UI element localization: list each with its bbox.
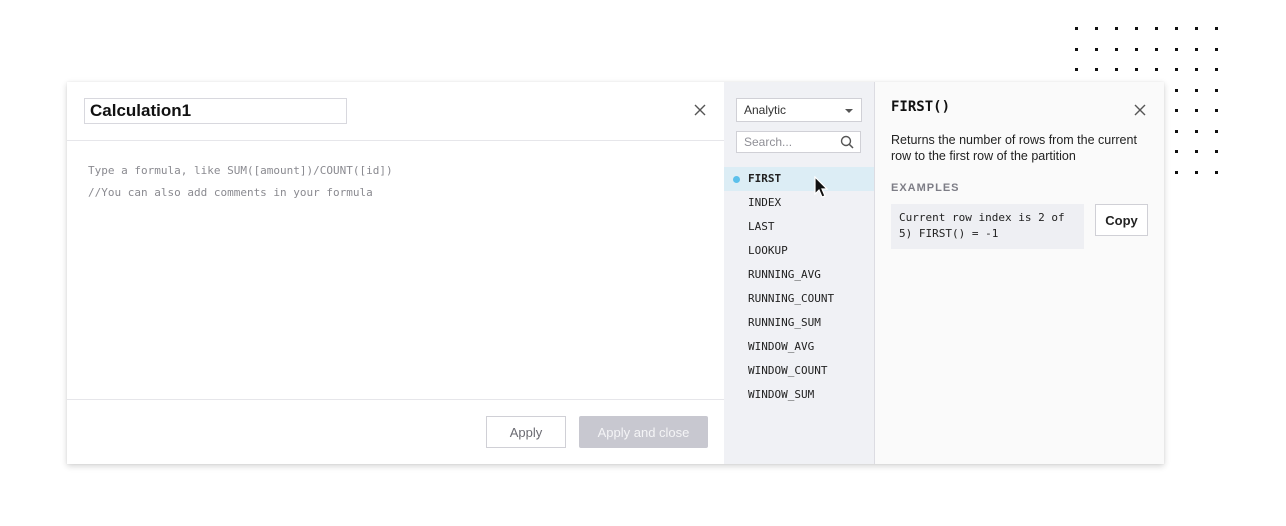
decorative-dot [1135, 27, 1138, 30]
apply-button[interactable]: Apply [486, 416, 566, 448]
formula-input[interactable]: Type a formula, like SUM([amount])/COUNT… [67, 142, 724, 399]
decorative-dot [1215, 27, 1218, 30]
decorative-dot [1135, 47, 1138, 51]
function-list-item[interactable]: INDEX [724, 191, 874, 215]
search-icon[interactable] [840, 135, 854, 149]
close-icon [1134, 104, 1146, 116]
decorative-dot [1195, 27, 1198, 30]
close-icon [694, 104, 706, 116]
decorative-dot [1195, 150, 1198, 153]
function-list: FIRST INDEX LAST LOOKUP RUNNING_AVG RUNNING_C… [724, 167, 874, 407]
decorative-dot [1155, 68, 1158, 71]
function-list-item[interactable]: FIRST [724, 167, 874, 191]
function-name: RUNNING_SUM [748, 316, 821, 329]
function-name: LOOKUP [748, 244, 788, 257]
editor-header [67, 82, 724, 141]
decorative-dot [1095, 47, 1098, 51]
apply-and-close-button[interactable]: Apply and close [579, 416, 708, 448]
function-list-item[interactable]: WINDOW_COUNT [724, 359, 874, 383]
function-list-item[interactable]: RUNNING_AVG [724, 263, 874, 287]
decorative-dot [1175, 150, 1178, 153]
decorative-dot [1195, 88, 1198, 92]
function-name: INDEX [748, 196, 782, 209]
function-name: LAST [748, 220, 775, 233]
function-search-input[interactable] [737, 132, 837, 152]
calculation-name-input[interactable] [84, 98, 347, 124]
decorative-dot [1195, 109, 1198, 112]
decorative-dot [1215, 150, 1218, 153]
decorative-dot [1215, 88, 1218, 92]
decorative-dot [1175, 129, 1178, 133]
example-code: Current row index is 2 of 5) FIRST() = -… [891, 204, 1084, 249]
decorative-dot [1215, 170, 1218, 174]
decorative-dot [1115, 68, 1118, 71]
decorative-dot [1215, 129, 1218, 133]
example-line: 5) FIRST() = -1 [899, 227, 999, 240]
decorative-dot [1215, 47, 1218, 51]
chevron-down-icon [845, 109, 853, 113]
function-name: WINDOW_SUM [748, 388, 815, 401]
formula-editor-panel: Type a formula, like SUM([amount])/COUNT… [67, 82, 724, 464]
function-title: FIRST() [891, 99, 951, 115]
function-list-item[interactable]: LOOKUP [724, 239, 874, 263]
category-dropdown[interactable]: Analytic [736, 98, 862, 122]
decorative-dot [1075, 27, 1078, 30]
examples-heading: EXAMPLES [891, 182, 960, 194]
calculation-editor-dialog: Type a formula, like SUM([amount])/COUNT… [67, 82, 1164, 464]
selected-indicator-icon [733, 176, 740, 183]
decorative-dot [1215, 68, 1218, 71]
decorative-dot [1175, 88, 1178, 92]
decorative-dot [1175, 109, 1178, 112]
function-name: RUNNING_COUNT [748, 292, 835, 305]
decorative-dot [1195, 68, 1198, 71]
function-name: RUNNING_AVG [748, 268, 821, 281]
decorative-dot [1095, 68, 1098, 71]
function-description: Returns the number of rows from the curr… [891, 133, 1137, 163]
decorative-dot [1115, 27, 1118, 30]
function-search [736, 131, 861, 153]
function-name: WINDOW_AVG [748, 340, 815, 353]
decorative-dot [1075, 68, 1078, 71]
decorative-dot [1175, 68, 1178, 71]
function-name: WINDOW_COUNT [748, 364, 828, 377]
function-documentation-panel: FIRST() Returns the number of rows from … [875, 82, 1164, 464]
function-list-panel: Analytic FIRST INDEX LAST LOOKUP RUNNING_AVG… [724, 82, 875, 464]
decorative-dot [1175, 27, 1178, 30]
decorative-dot [1115, 47, 1118, 51]
formula-placeholder-line: Type a formula, like SUM([amount])/COUNT… [88, 164, 393, 177]
mouse-pointer-icon [814, 176, 829, 198]
function-list-item[interactable]: WINDOW_AVG [724, 335, 874, 359]
function-list-item[interactable]: WINDOW_SUM [724, 383, 874, 407]
category-value: Analytic [744, 103, 787, 117]
decorative-dot [1195, 170, 1198, 174]
decorative-dot [1175, 47, 1178, 51]
close-dialog-button[interactable] [692, 102, 708, 118]
decorative-dot [1195, 129, 1198, 133]
decorative-dot [1195, 47, 1198, 51]
decorative-dot [1075, 47, 1078, 51]
decorative-dot [1215, 109, 1218, 112]
decorative-dot [1095, 27, 1098, 30]
function-list-item[interactable]: RUNNING_SUM [724, 311, 874, 335]
function-list-item[interactable]: LAST [724, 215, 874, 239]
formula-placeholder-line: //You can also add comments in your form… [88, 186, 373, 199]
decorative-dot [1175, 170, 1178, 174]
decorative-dot [1155, 27, 1158, 30]
editor-footer: Apply Apply and close [67, 399, 724, 464]
function-list-item[interactable]: RUNNING_COUNT [724, 287, 874, 311]
close-docs-button[interactable] [1132, 102, 1148, 118]
decorative-dot [1135, 68, 1138, 71]
function-name: FIRST [748, 172, 782, 185]
example-line: Current row index is 2 of [899, 211, 1065, 224]
copy-example-button[interactable]: Copy [1095, 204, 1148, 236]
decorative-dot [1155, 47, 1158, 51]
